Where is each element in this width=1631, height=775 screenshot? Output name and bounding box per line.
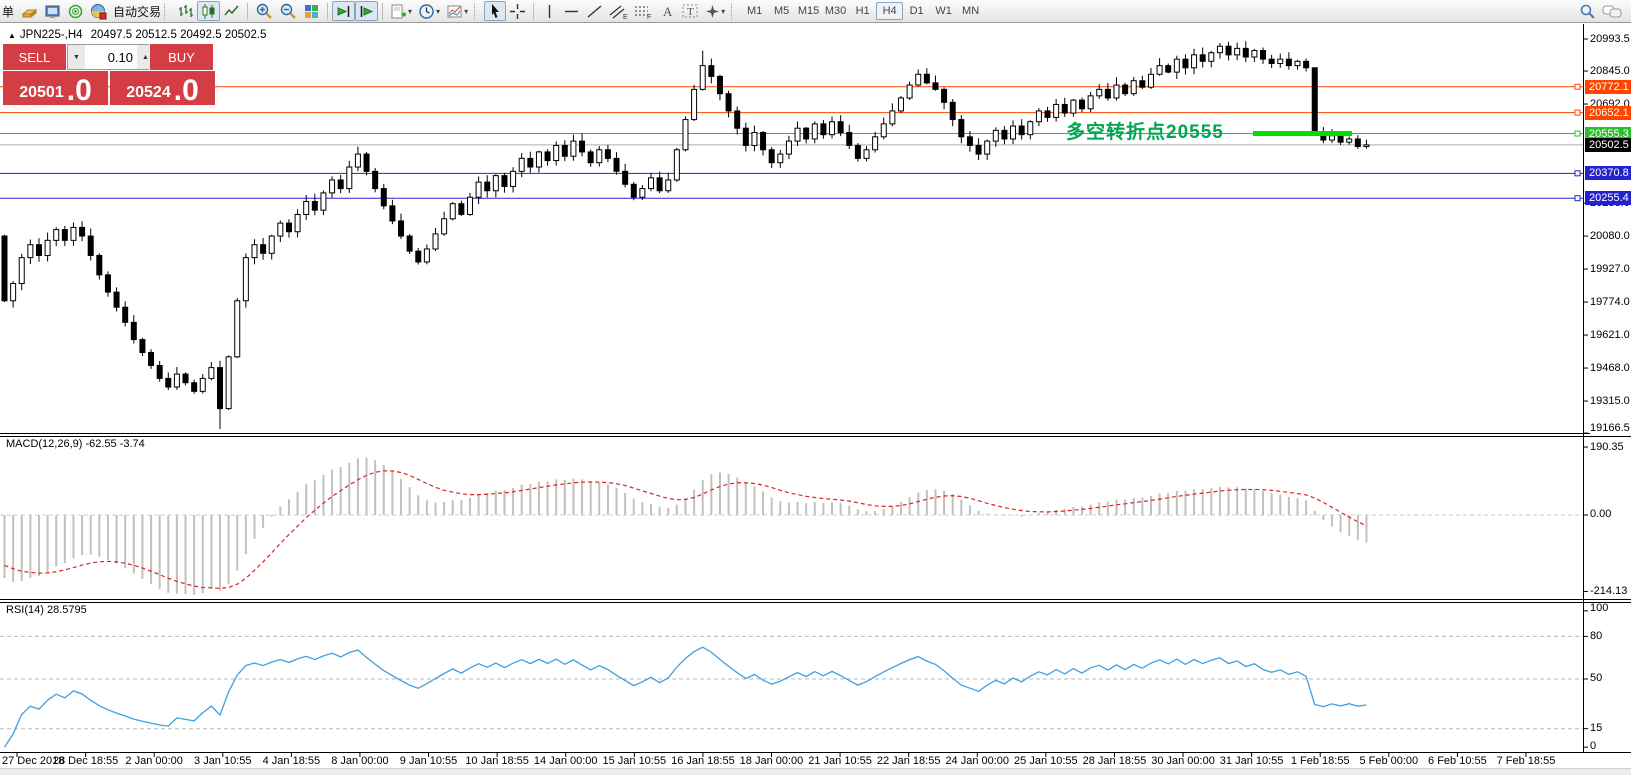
rsi-axis-80: 80 <box>1590 630 1631 642</box>
time-axis-label: 21 Jan 10:55 <box>808 755 872 767</box>
time-axis-label: 18 Jan 00:00 <box>740 755 804 767</box>
time-axis-label: 7 Feb 18:55 <box>1497 755 1556 767</box>
time-axis-label: 14 Jan 00:00 <box>534 755 598 767</box>
price-tick-label: 19774.0 <box>1590 296 1631 308</box>
macd-axis-min: -214.13 <box>1590 585 1631 597</box>
buy-price-dec: .0 <box>174 78 199 104</box>
price-tick-label: 19315.0 <box>1590 395 1631 407</box>
time-axis-label: 31 Jan 10:55 <box>1220 755 1284 767</box>
rsi-axis-0: 0 <box>1590 740 1631 752</box>
price-tick-label: 20993.5 <box>1590 33 1631 45</box>
macd-axis-max: 190.35 <box>1590 441 1631 453</box>
time-axis-label: 28 Jan 18:55 <box>1083 755 1147 767</box>
time-axis-label: 8 Jan 00:00 <box>331 755 389 767</box>
collapse-panel-icon[interactable]: ▲ <box>8 31 16 40</box>
sell-price-display[interactable]: 20501 .0 <box>3 71 108 105</box>
price-tick-label: 19927.0 <box>1590 263 1631 275</box>
time-axis-label: 30 Jan 00:00 <box>1151 755 1215 767</box>
price-tick-label: 19621.0 <box>1590 329 1631 341</box>
buy-price-display[interactable]: 20524 .0 <box>110 71 215 105</box>
time-axis-label: 24 Jan 00:00 <box>945 755 1009 767</box>
price-tick-label: 20080.0 <box>1590 230 1631 242</box>
chart-canvas[interactable] <box>0 0 1631 774</box>
time-axis-label: 28 Dec 18:55 <box>53 755 118 767</box>
price-level-badge: 20772.1 <box>1585 80 1631 94</box>
symbol-period-label: JPN225-,H4 <box>20 29 83 41</box>
time-axis-label: 9 Jan 10:55 <box>400 755 458 767</box>
rsi-axis-50: 50 <box>1590 672 1631 684</box>
price-level-badge: 20370.8 <box>1585 166 1631 180</box>
time-axis-label: 16 Jan 18:55 <box>671 755 735 767</box>
rsi-axis-100: 100 <box>1590 602 1631 614</box>
one-click-trading-panel: SELL ▼ ▲ BUY 20501 .0 20524 .0 <box>3 44 215 105</box>
macd-label: MACD(12,26,9) -62.55 -3.74 <box>6 438 145 450</box>
macd-axis-zero: 0.00 <box>1590 508 1631 520</box>
sell-price-int: 20501 <box>19 82 64 104</box>
time-axis-label: 5 Feb 00:00 <box>1359 755 1418 767</box>
price-tick-label: 19468.0 <box>1590 362 1631 374</box>
rsi-axis-15: 15 <box>1590 722 1631 734</box>
price-tick-label: 19166.5 <box>1590 422 1631 434</box>
volume-input[interactable] <box>85 45 137 69</box>
ohlc-values: 20497.5 20512.5 20492.5 20502.5 <box>91 29 267 41</box>
sell-button[interactable]: SELL <box>3 44 66 70</box>
time-axis-label: 15 Jan 10:55 <box>602 755 666 767</box>
time-axis-label: 10 Jan 18:55 <box>465 755 529 767</box>
sell-price-dec: .0 <box>67 78 92 104</box>
time-axis-label: 1 Feb 18:55 <box>1291 755 1350 767</box>
price-tick-label: 20845.0 <box>1590 65 1631 77</box>
annotation-text[interactable]: 多空转折点20555 <box>1066 117 1224 144</box>
buy-price-int: 20524 <box>126 82 171 104</box>
buy-button[interactable]: BUY <box>150 44 213 70</box>
time-axis-label: 3 Jan 10:55 <box>194 755 252 767</box>
time-axis-label: 4 Jan 18:55 <box>263 755 321 767</box>
volume-stepper: ▼ ▲ <box>67 44 149 70</box>
time-axis-label: 2 Jan 00:00 <box>125 755 183 767</box>
price-level-badge: 20255.4 <box>1585 191 1631 205</box>
time-axis-label: 25 Jan 10:55 <box>1014 755 1078 767</box>
chart-title: ▲ JPN225-,H4 20497.5 20512.5 20492.5 20502… <box>8 29 266 41</box>
time-axis-label: 22 Jan 18:55 <box>877 755 941 767</box>
price-level-badge: 20652.1 <box>1585 106 1631 120</box>
time-axis-label: 6 Feb 10:55 <box>1428 755 1487 767</box>
price-level-badge: 20502.5 <box>1585 138 1631 152</box>
volume-down-button[interactable]: ▼ <box>68 45 85 69</box>
rsi-label: RSI(14) 28.5795 <box>6 604 87 616</box>
